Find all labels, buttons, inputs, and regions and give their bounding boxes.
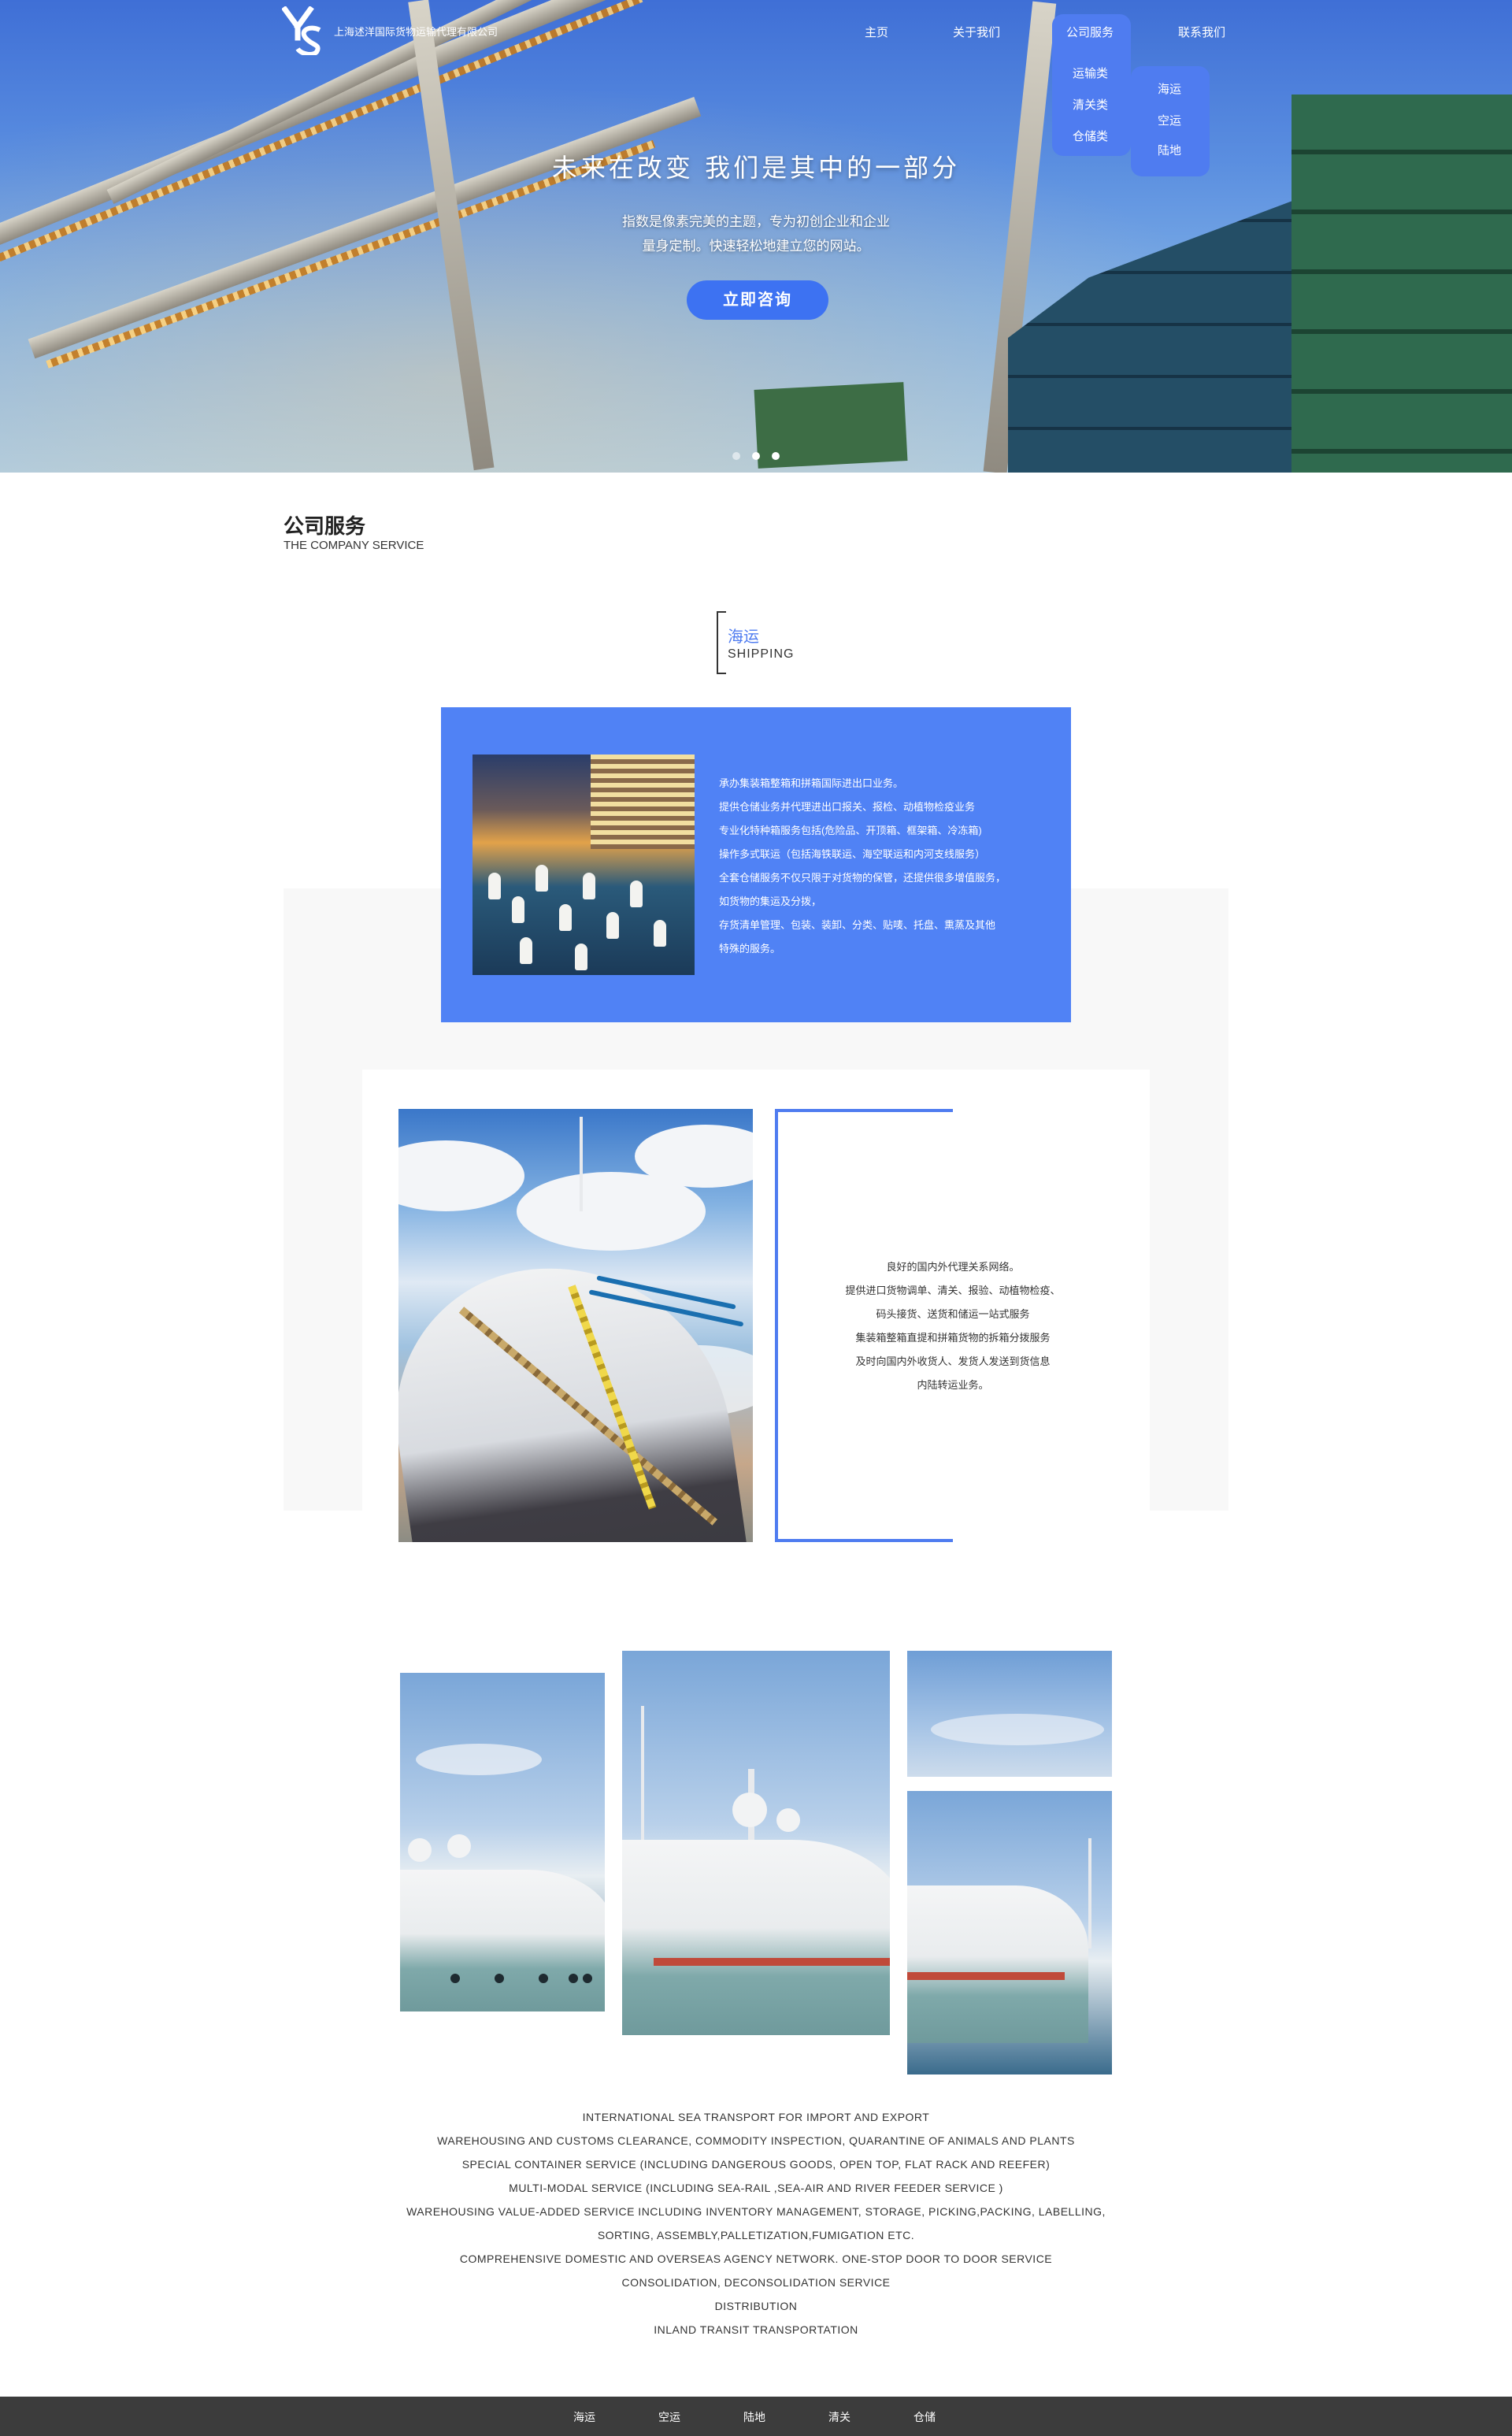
slide-dot-1[interactable] <box>732 452 740 460</box>
porthole <box>583 1974 592 1983</box>
marina-building <box>591 755 695 849</box>
boat <box>520 937 532 964</box>
english-line: COMPREHENSIVE DOMESTIC AND OVERSEAS AGEN… <box>459 2252 1053 2265</box>
card2-text: 良好的国内外代理关系网络。 提供进口货物调单、清关、报验、动植物检疫、 码头接货… <box>795 1255 1110 1397</box>
cloud <box>416 1744 542 1775</box>
card1-line: 提供仓储业务并代理进出口报关、报检、动植物检疫业务 <box>719 801 976 813</box>
company-name: 上海述洋国际货物运输代理有限公司 <box>334 26 498 38</box>
card1-line: 如货物的集运及分拨， <box>719 895 822 907</box>
dropdown-item-transport[interactable]: 运输类 <box>1073 65 1108 81</box>
card1-line: 特殊的服务。 <box>719 943 781 955</box>
porthole <box>450 1974 460 1983</box>
yacht-radome <box>447 1834 471 1858</box>
boat <box>630 881 643 907</box>
boat <box>488 873 501 899</box>
marina-night-photo <box>472 755 695 975</box>
yacht-radome <box>776 1808 800 1832</box>
footer: 海运 空运 陆地 清关 仓储 <box>0 2397 1512 2436</box>
yacht-mast <box>1088 1838 1091 1948</box>
top-navigation: 上海述洋国际货物运输代理有限公司 主页 关于我们 公司服务 运输类 清关类 仓储… <box>0 0 1512 176</box>
card2-line: 良好的国内外代理关系网络。 <box>886 1261 1020 1273</box>
slide-dot-3[interactable] <box>772 452 780 460</box>
gallery-photo-yacht-2 <box>622 1651 890 2035</box>
hero-subtitle: 指数是像素完美的主题，专为初创企业和企业 量身定制。快速轻松地建立您的网站。 <box>598 209 914 258</box>
hero-subtitle-line: 量身定制。快速轻松地建立您的网站。 <box>642 239 870 254</box>
porthole <box>539 1974 548 1983</box>
consult-button[interactable]: 立即咨询 <box>687 280 828 320</box>
yacht-radome <box>732 1793 767 1827</box>
card1-line: 全套仓储服务不仅只限于对货物的保管，还提供很多增值服务， <box>719 872 1006 884</box>
shipping-category-tag: 海运 SHIPPING <box>717 611 811 674</box>
card1-line: 存货清单管理、包装、装卸、分类、贴唛、托盘、熏蒸及其他 <box>719 919 996 931</box>
page: 上海述洋国际货物运输代理有限公司 主页 关于我们 公司服务 运输类 清关类 仓储… <box>0 0 1512 2436</box>
yacht-mast <box>641 1706 644 1848</box>
card2-line: 及时向国内外收货人、发货人发送到货信息 <box>855 1355 1051 1367</box>
yacht-hull <box>400 1870 605 2011</box>
hero-subtitle-line: 指数是像素完美的主题，专为初创企业和企业 <box>622 214 890 229</box>
yacht-stripe <box>654 1958 890 1966</box>
cloud <box>931 1714 1104 1745</box>
english-line: DISTRIBUTION <box>714 2300 798 2312</box>
boat <box>512 896 524 923</box>
submenu-item-air[interactable]: 空运 <box>1158 112 1181 128</box>
footer-link-air[interactable]: 空运 <box>658 2409 680 2425</box>
services-dropdown: 公司服务 运输类 清关类 仓储类 <box>1052 14 1131 156</box>
hero-title: 未来在改变 我们是其中的一部分 <box>551 153 961 183</box>
yacht-radome <box>408 1838 432 1862</box>
english-line: INLAND TRANSIT TRANSPORTATION <box>654 2323 858 2336</box>
ship-bow-photo <box>398 1109 753 1542</box>
dropdown-item-customs[interactable]: 清关类 <box>1073 96 1108 113</box>
card1-line: 操作多式联运（包括海铁联运、海空联运和内河支线服务） <box>719 848 986 860</box>
card1-line: 专业化特种箱服务包括(危险品、开顶箱、框架箱、冷冻箱) <box>719 825 982 836</box>
english-line: WAREHOUSING VALUE-ADDED SERVICE INCLUDIN… <box>406 2205 1106 2218</box>
nav-contact[interactable]: 联系我们 <box>1178 24 1225 40</box>
english-line: SPECIAL CONTAINER SERVICE (INCLUDING DAN… <box>461 2158 1051 2171</box>
footer-link-sea[interactable]: 海运 <box>573 2409 595 2425</box>
boat <box>583 873 595 899</box>
gallery-photo-yacht-3 <box>907 1791 1112 2074</box>
yacht-hull <box>622 1840 890 2035</box>
english-line: MULTI-MODAL SERVICE (INCLUDING SEA-RAIL … <box>509 2182 1003 2194</box>
yacht-stripe <box>907 1972 1065 1980</box>
nav-about[interactable]: 关于我们 <box>953 24 1000 40</box>
footer-link-land[interactable]: 陆地 <box>743 2409 765 2425</box>
submenu-item-sea[interactable]: 海运 <box>1158 80 1181 97</box>
english-line: CONSOLIDATION, DECONSOLIDATION SERVICE <box>621 2276 891 2289</box>
english-line: INTERNATIONAL SEA TRANSPORT FOR IMPORT A… <box>582 2111 930 2123</box>
boat <box>575 944 587 970</box>
section-title: 公司服务 <box>284 514 366 538</box>
card1-line: 承办集装箱整箱和拼箱国际进出口业务。 <box>719 777 904 789</box>
boat <box>654 920 666 947</box>
nav-services[interactable]: 公司服务 <box>1066 24 1114 40</box>
card2-line: 提供进口货物调单、清关、报验、动植物检疫、 <box>845 1285 1061 1296</box>
category-cn: 海运 <box>728 628 759 646</box>
dropdown-item-warehousing[interactable]: 仓储类 <box>1073 128 1108 144</box>
gallery-photo-yacht-1 <box>400 1673 605 2011</box>
company-logo[interactable] <box>282 6 326 55</box>
slide-dot-2[interactable] <box>752 452 760 460</box>
card2-line: 内陆转运业务。 <box>917 1379 989 1391</box>
card2-line: 集装箱整箱直提和拼箱货物的拆箱分拨服务 <box>855 1332 1051 1344</box>
gallery-photo-sky <box>907 1651 1112 1777</box>
yacht-hull <box>907 1885 1088 2043</box>
english-line: SORTING, ASSEMBLY,PALLETIZATION,FUMIGATI… <box>597 2229 915 2241</box>
cloud <box>398 1140 524 1211</box>
boat <box>606 912 619 939</box>
porthole <box>569 1974 578 1983</box>
footer-link-customs[interactable]: 清关 <box>828 2409 850 2425</box>
ship-mast <box>580 1117 583 1211</box>
nav-home[interactable]: 主页 <box>865 24 888 40</box>
hero-banner: 上海述洋国际货物运输代理有限公司 主页 关于我们 公司服务 运输类 清关类 仓储… <box>0 0 1512 473</box>
card2-line: 码头接货、送货和储运一站式服务 <box>876 1308 1030 1320</box>
footer-link-warehousing[interactable]: 仓储 <box>914 2409 936 2425</box>
category-en: SHIPPING <box>728 647 795 661</box>
card1-text: 承办集装箱整箱和拼箱国际进出口业务。 提供仓储业务并代理进出口报关、报检、动植物… <box>719 772 1050 961</box>
section-subtitle: THE COMPANY SERVICE <box>284 539 424 552</box>
english-line: WAREHOUSING AND CUSTOMS CLEARANCE, COMMO… <box>437 2134 1075 2147</box>
services-english-list: INTERNATIONAL SEA TRANSPORT FOR IMPORT A… <box>284 2105 1228 2341</box>
porthole <box>495 1974 504 1983</box>
boat <box>559 904 572 931</box>
boat <box>536 865 548 892</box>
bracket-decoration <box>717 611 726 674</box>
